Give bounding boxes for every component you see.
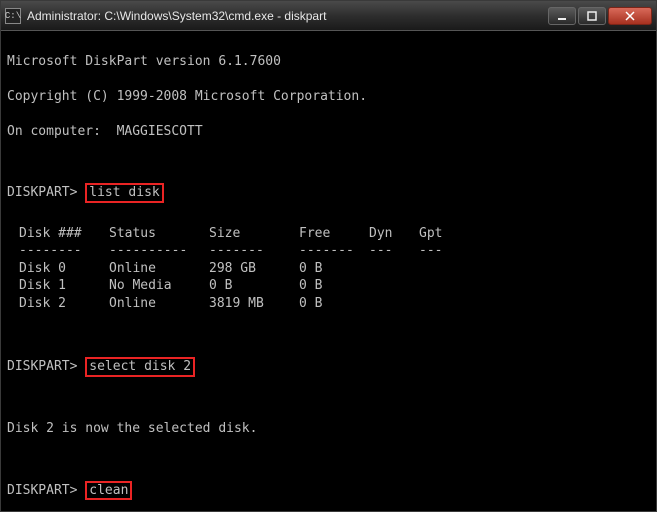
computer-line: On computer: MAGGIESCOTT bbox=[7, 123, 650, 141]
version-line: Microsoft DiskPart version 6.1.7600 bbox=[7, 53, 650, 71]
prompt-line: DISKPART> list disk bbox=[7, 183, 650, 203]
disk-table: Disk ### Status Size Free Dyn Gpt ------… bbox=[19, 225, 469, 313]
col-size: Size bbox=[209, 225, 299, 243]
maximize-button[interactable] bbox=[578, 7, 606, 25]
cmd-icon: C:\ bbox=[5, 8, 21, 24]
copyright-line: Copyright (C) 1999-2008 Microsoft Corpor… bbox=[7, 88, 650, 106]
table-row: Disk 1 No Media 0 B 0 B bbox=[19, 277, 469, 295]
msg-selected: Disk 2 is now the selected disk. bbox=[7, 420, 650, 438]
col-free: Free bbox=[299, 225, 369, 243]
prompt-line: DISKPART> select disk 2 bbox=[7, 357, 650, 377]
table-row: Disk 2 Online 3819 MB 0 B bbox=[19, 295, 469, 313]
close-button[interactable] bbox=[608, 7, 652, 25]
window-title: Administrator: C:\Windows\System32\cmd.e… bbox=[27, 9, 548, 23]
col-gpt: Gpt bbox=[419, 225, 469, 243]
cmd-list-disk: list disk bbox=[85, 183, 163, 203]
prompt-line: DISKPART> clean bbox=[7, 481, 650, 501]
col-dyn: Dyn bbox=[369, 225, 419, 243]
col-disk: Disk ### bbox=[19, 225, 109, 243]
window-controls bbox=[548, 7, 652, 25]
cmd-clean: clean bbox=[85, 481, 132, 501]
cmd-window: C:\ Administrator: C:\Windows\System32\c… bbox=[0, 0, 657, 512]
terminal-output[interactable]: Microsoft DiskPart version 6.1.7600 Copy… bbox=[1, 31, 656, 511]
prompt: DISKPART> bbox=[7, 359, 77, 374]
table-dash-row: -------- ---------- ------- ------- --- … bbox=[19, 242, 469, 260]
titlebar[interactable]: C:\ Administrator: C:\Windows\System32\c… bbox=[1, 1, 656, 31]
minimize-button[interactable] bbox=[548, 7, 576, 25]
table-header-row: Disk ### Status Size Free Dyn Gpt bbox=[19, 225, 469, 243]
prompt: DISKPART> bbox=[7, 185, 77, 200]
cmd-select-disk: select disk 2 bbox=[85, 357, 195, 377]
table-row: Disk 0 Online 298 GB 0 B bbox=[19, 260, 469, 278]
col-status: Status bbox=[109, 225, 209, 243]
prompt: DISKPART> bbox=[7, 483, 77, 498]
